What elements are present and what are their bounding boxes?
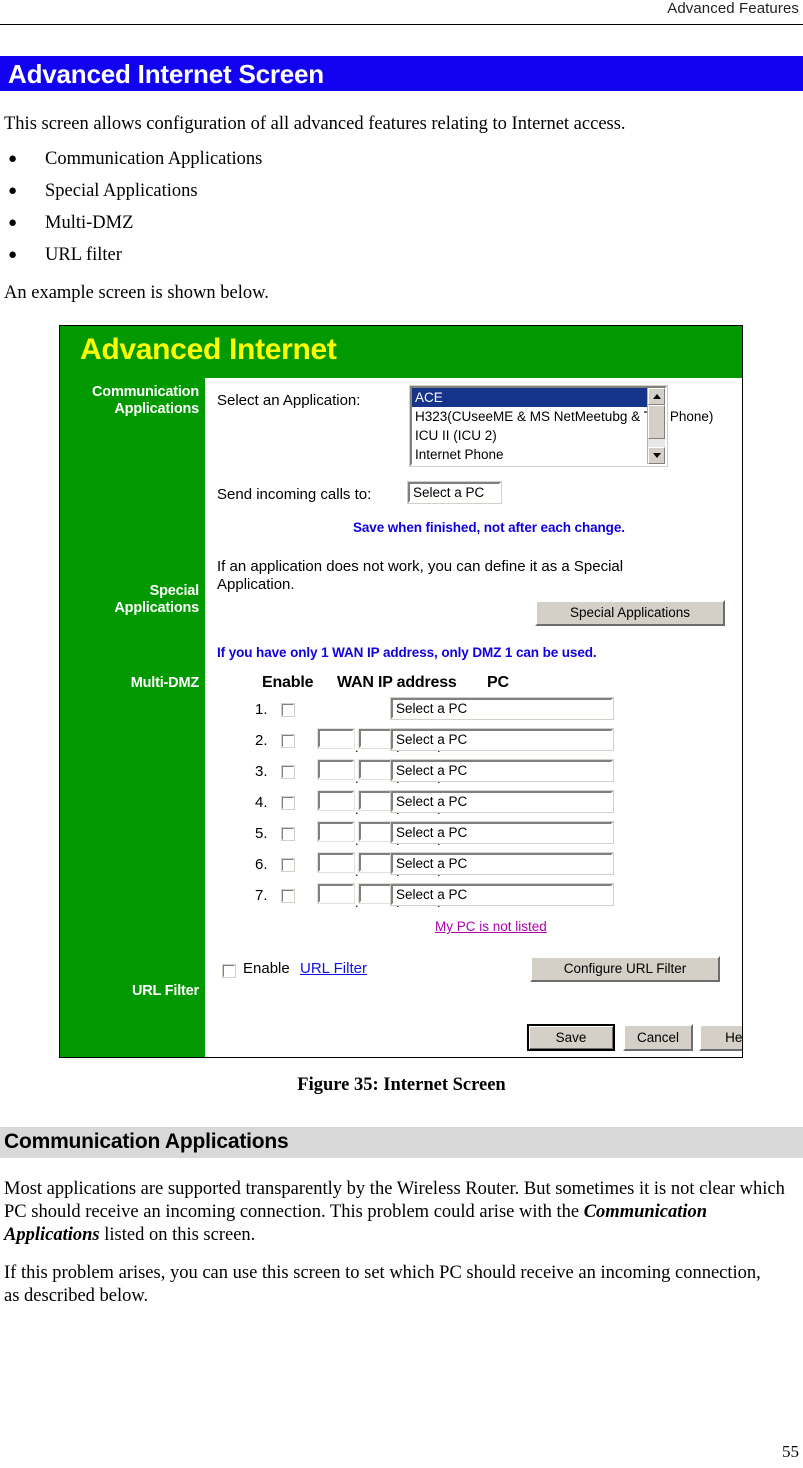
sidebar-item-special-applications[interactable]: Special Applications — [64, 583, 199, 617]
save-button[interactable]: Save — [527, 1024, 615, 1051]
enable-checkbox[interactable] — [281, 858, 295, 872]
listbox-option-icu2[interactable]: ICU II (ICU 2) — [412, 426, 665, 445]
send-calls-pc-select[interactable]: Select a PC — [407, 481, 502, 504]
row-number: 3. — [255, 763, 268, 780]
row-number: 4. — [255, 794, 268, 811]
pc-select[interactable]: Select a PC — [390, 790, 614, 813]
help-button[interactable]: Help — [699, 1024, 742, 1051]
sidebar-item-communication-applications[interactable]: Communication Applications — [64, 384, 199, 418]
my-pc-not-listed-link[interactable]: My PC is not listed — [435, 919, 547, 934]
enable-url-filter-label: Enable — [243, 960, 290, 977]
ui-main-panel: Select an Application: ACE H323(CUseeME … — [205, 378, 742, 1057]
save-when-finished-note: Save when finished, not after each chang… — [353, 520, 625, 535]
wan-ip-octet-1[interactable] — [317, 759, 355, 780]
wan-ip-octet-1[interactable] — [317, 728, 355, 749]
paragraph-1-part-b: listed on this screen. — [99, 1225, 256, 1245]
row-number: 6. — [255, 856, 268, 873]
ui-banner: Advanced Internet — [60, 326, 742, 378]
scrollbar-thumb[interactable] — [648, 405, 665, 439]
column-header-pc: PC — [487, 674, 509, 691]
sidebar-item-multi-dmz[interactable]: Multi-DMZ — [64, 675, 199, 692]
listbox-option-h323[interactable]: H323(CUseeME & MS NetMeetubg & TGI Phone… — [412, 407, 713, 426]
ui-brand-title: Advanced Internet — [80, 333, 337, 366]
special-application-note-line2: Application. — [217, 576, 295, 593]
intro-lead-paragraph: This screen allows configuration of all … — [4, 114, 626, 134]
row-number: 7. — [255, 887, 268, 904]
wan-ip-octet-2[interactable] — [358, 759, 396, 780]
enable-checkbox[interactable] — [281, 889, 295, 903]
pc-select[interactable]: Select a PC — [390, 697, 614, 720]
column-header-enable: Enable — [262, 674, 314, 691]
figure-caption: Figure 35: Internet Screen — [297, 1075, 506, 1095]
select-application-label: Select an Application: — [217, 392, 361, 409]
bullet-dot-icon: ● — [8, 151, 18, 167]
scroll-up-arrow-icon[interactable] — [648, 388, 665, 405]
ui-sidebar: Communication Applications Special Appli… — [60, 378, 205, 1057]
wan-ip-octet-1[interactable] — [317, 821, 355, 842]
row-number: 2. — [255, 732, 268, 749]
section-paragraph-2: If this problem arises, you can use this… — [4, 1263, 761, 1306]
section-paragraph-1: Most applications are supported transpar… — [4, 1178, 794, 1247]
section-heading-bar: Communication Applications — [0, 1127, 803, 1158]
enable-checkbox[interactable] — [281, 827, 295, 841]
scroll-down-arrow-icon[interactable] — [648, 447, 665, 464]
pc-select[interactable]: Select a PC — [390, 759, 614, 782]
pc-select[interactable]: Select a PC — [390, 852, 614, 875]
bullet-label: Multi-DMZ — [45, 213, 134, 233]
listbox-option-internet-phone[interactable]: Internet Phone — [412, 445, 665, 464]
listbox-scrollbar[interactable] — [647, 388, 665, 464]
wan-ip-octet-1[interactable] — [317, 790, 355, 811]
wan-ip-octet-2[interactable] — [358, 852, 396, 873]
figure-internet-screen: Advanced Internet Communication Applicat… — [59, 325, 743, 1058]
page-title: Advanced Internet Screen — [8, 59, 324, 89]
chapter-title-bar: Advanced Internet Screen — [0, 56, 803, 91]
row-number: 1. — [255, 701, 268, 718]
bullet-label: Communication Applications — [45, 149, 263, 169]
wan-ip-octet-2[interactable] — [358, 883, 396, 904]
special-application-note-line1: If an application does not work, you can… — [217, 558, 624, 575]
enable-checkbox[interactable] — [281, 796, 295, 810]
header-rule — [0, 24, 803, 25]
running-header: Advanced Features — [0, 0, 803, 17]
enable-checkbox[interactable] — [281, 703, 295, 717]
pc-select[interactable]: Select a PC — [390, 821, 614, 844]
pc-select[interactable]: Select a PC — [390, 728, 614, 751]
running-head-text: Advanced Features — [667, 0, 799, 17]
enable-url-filter-checkbox[interactable] — [222, 964, 236, 978]
wan-ip-octet-1[interactable] — [317, 852, 355, 873]
wan-ip-octet-2[interactable] — [358, 821, 396, 842]
row-number: 5. — [255, 825, 268, 842]
cancel-button[interactable]: Cancel — [623, 1024, 693, 1051]
bullet-dot-icon: ● — [8, 215, 18, 231]
special-applications-button[interactable]: Special Applications — [535, 600, 725, 626]
wan-ip-octet-2[interactable] — [358, 728, 396, 749]
wan-ip-octet-2[interactable] — [358, 790, 396, 811]
bullet-dot-icon: ● — [8, 247, 18, 263]
bullet-label: URL filter — [45, 245, 122, 265]
section-heading-text: Communication Applications — [4, 1130, 289, 1153]
example-screen-note: An example screen is shown below. — [4, 283, 269, 303]
configure-url-filter-button[interactable]: Configure URL Filter — [530, 956, 720, 982]
enable-checkbox[interactable] — [281, 765, 295, 779]
sidebar-item-url-filter[interactable]: URL Filter — [64, 983, 199, 1000]
send-incoming-calls-label: Send incoming calls to: — [217, 486, 372, 503]
page-number: 55 — [782, 1442, 799, 1461]
bullet-label: Special Applications — [45, 181, 198, 201]
listbox-option-ace[interactable]: ACE — [412, 388, 665, 407]
url-filter-link[interactable]: URL Filter — [300, 960, 367, 977]
dmz-warning-note: If you have only 1 WAN IP address, only … — [217, 645, 597, 660]
pc-select[interactable]: Select a PC — [390, 883, 614, 906]
wan-ip-octet-1[interactable] — [317, 883, 355, 904]
column-header-wan-ip: WAN IP address — [337, 674, 457, 691]
enable-checkbox[interactable] — [281, 734, 295, 748]
application-listbox[interactable]: ACE H323(CUseeME & MS NetMeetubg & TGI P… — [409, 385, 713, 467]
bullet-dot-icon: ● — [8, 183, 18, 199]
